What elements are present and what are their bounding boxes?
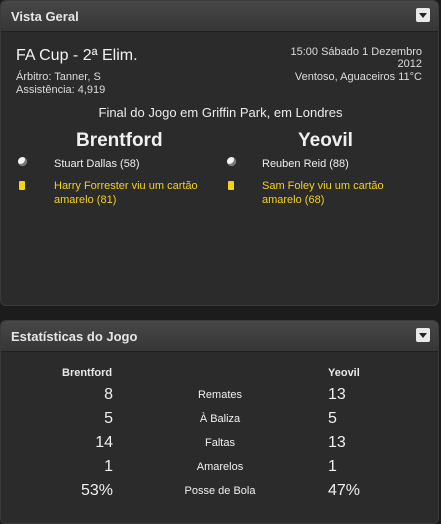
competition-name: FA Cup - 2ª Elim. — [16, 47, 138, 64]
stats-header: Estatísticas do Jogo — [1, 321, 438, 352]
overview-title: Vista Geral — [11, 9, 79, 24]
stat-home-value: 14 — [95, 434, 113, 451]
stat-away-value: 13 — [328, 386, 346, 403]
stats-home-team: Brentford — [62, 367, 113, 379]
stats-away-team: Yeovil — [328, 367, 360, 379]
overview-header: Vista Geral — [1, 1, 438, 32]
ball-icon — [227, 157, 236, 166]
final-result-text: Final do Jogo em Griffin Park, em Londre… — [98, 105, 343, 120]
stat-label: À Baliza — [199, 413, 241, 425]
referee-text: Árbitro: Tanner, S — [16, 71, 101, 83]
stats-panel: Estatísticas do Jogo Brentford Yeovil 8 … — [0, 320, 439, 524]
stat-label: Remates — [197, 389, 243, 401]
stat-away-value: 5 — [328, 410, 337, 427]
home-goal-event[interactable]: Stuart Dallas (58) — [54, 157, 219, 171]
attendance-text: Assistência: 4,919 — [16, 84, 106, 96]
stat-away-value: 47% — [328, 482, 361, 499]
stat-away-value: 13 — [328, 434, 346, 451]
match-year: 2012 — [397, 58, 422, 70]
stat-home-value: 53% — [80, 482, 113, 499]
stat-label: Faltas — [205, 437, 235, 449]
yellow-card-icon — [19, 181, 25, 190]
stat-home-value: 8 — [104, 386, 113, 403]
away-card-event[interactable]: Sam Foley viu um cartão amarelo (68) — [262, 179, 422, 207]
collapse-overview-button[interactable] — [416, 8, 430, 22]
match-datetime: 15:00 Sábado 1 Dezembro — [290, 46, 422, 58]
home-team-name[interactable]: Brentford — [76, 130, 163, 152]
stat-home-value: 5 — [104, 410, 113, 427]
stat-away-value: 1 — [328, 458, 337, 475]
away-team-name[interactable]: Yeovil — [298, 130, 353, 152]
stat-label: Posse de Bola — [184, 485, 256, 497]
weather-text: Ventoso, Aguaceiros 11°C — [294, 71, 422, 83]
home-card-event[interactable]: Harry Forrester viu um cartão amarelo (8… — [54, 179, 239, 207]
stat-home-value: 1 — [104, 458, 113, 475]
stats-title: Estatísticas do Jogo — [11, 329, 138, 344]
stat-label: Amarelos — [196, 461, 244, 473]
overview-panel: Vista Geral FA Cup - 2ª Elim. Árbitro: T… — [0, 0, 439, 306]
away-goal-event[interactable]: Reuben Reid (88) — [262, 157, 422, 171]
ball-icon — [18, 157, 27, 166]
yellow-card-icon — [228, 181, 234, 190]
collapse-stats-button[interactable] — [416, 328, 430, 342]
